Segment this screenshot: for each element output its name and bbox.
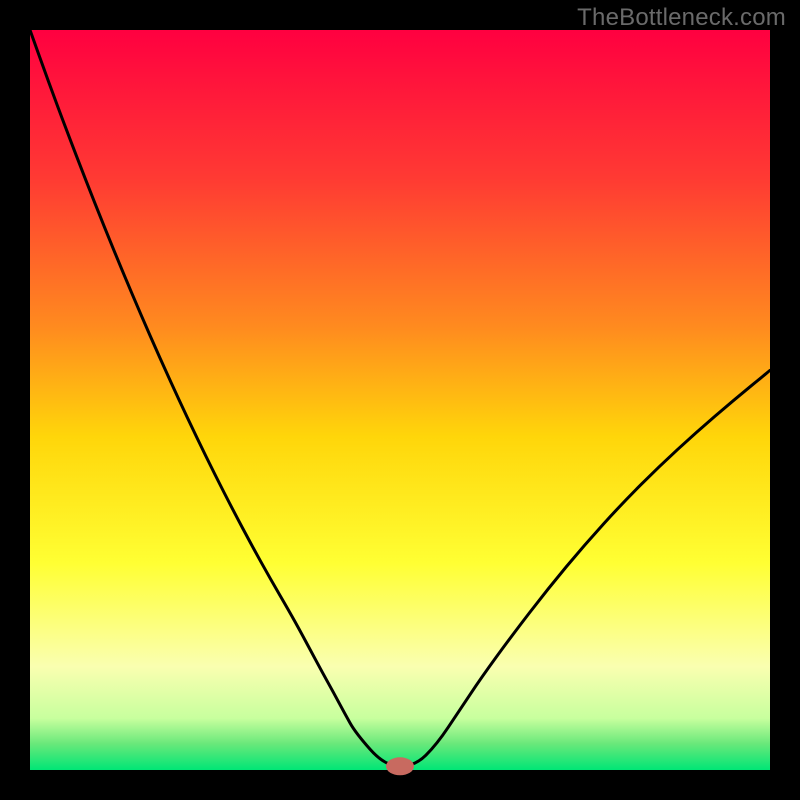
chart-frame: TheBottleneck.com	[0, 0, 800, 800]
bottleneck-chart	[0, 0, 800, 800]
optimum-marker	[386, 757, 414, 775]
watermark-label: TheBottleneck.com	[577, 4, 786, 32]
plot-background	[30, 30, 770, 770]
